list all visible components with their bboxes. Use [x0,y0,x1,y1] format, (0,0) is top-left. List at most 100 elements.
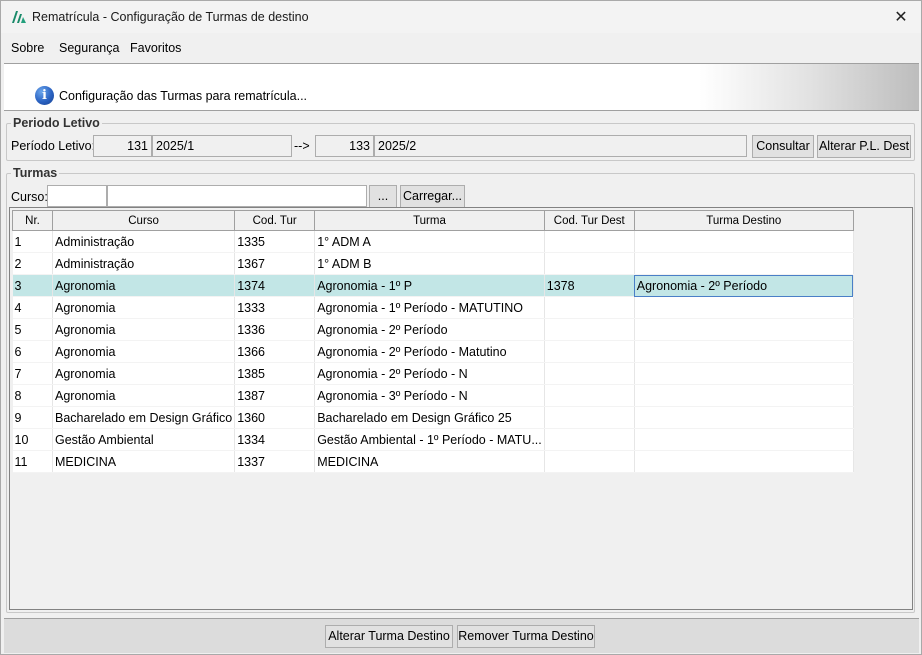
cell-turma[interactable]: Agronomia - 2º Período [314,318,545,341]
cell-turma-destino[interactable] [634,428,854,451]
periodo-destino-codigo[interactable]: 133 [315,135,374,157]
col-header-curso[interactable]: Curso [51,210,236,231]
cell-cod-tur-dest[interactable] [544,384,635,407]
cell-turma[interactable]: 1° ADM B [314,252,545,275]
cell-cod-tur[interactable]: 1337 [234,450,316,473]
table-row[interactable]: 1 Administração 1335 1° ADM A [12,230,854,253]
cell-cod-tur[interactable]: 1333 [234,296,316,319]
cell-nr[interactable]: 1 [12,230,53,253]
menu-favoritos[interactable]: Favoritos [130,41,181,55]
col-header-cod-tur[interactable]: Cod. Tur [234,210,316,231]
cell-turma[interactable]: Agronomia - 2º Período - Matutino [314,340,545,363]
cell-turma-destino[interactable] [634,252,854,275]
col-header-cod-tur-dest[interactable]: Cod. Tur Dest [543,210,635,231]
cell-cod-tur-dest[interactable] [544,230,635,253]
cell-turma[interactable]: Gestão Ambiental - 1º Período - MATU... [314,428,545,451]
cell-curso[interactable]: Administração [52,252,236,275]
curso-lookup-button[interactable]: ... [369,185,397,208]
close-window-button[interactable]: ✕ [881,1,921,33]
cell-curso[interactable]: Agronomia [52,340,236,363]
col-header-nr[interactable]: Nr. [12,210,53,231]
cell-turma[interactable]: Agronomia - 1º Período - MATUTINO [314,296,545,319]
table-row[interactable]: 2 Administração 1367 1° ADM B [12,252,854,275]
cell-nr[interactable]: 8 [12,384,53,407]
cell-curso[interactable]: Administração [52,230,236,253]
cell-turma-destino[interactable] [634,230,854,253]
cell-nr[interactable]: 7 [12,362,53,385]
cell-curso[interactable]: Agronomia [52,384,236,407]
cell-cod-tur[interactable]: 1374 [234,274,316,297]
cell-curso[interactable]: Agronomia [52,362,236,385]
menu-seguranca[interactable]: Segurança [59,41,119,55]
cell-curso[interactable]: Agronomia [52,274,236,297]
cell-nr[interactable]: 2 [12,252,53,275]
table-row[interactable]: 8 Agronomia 1387 Agronomia - 3º Período - N [12,384,854,407]
cell-curso[interactable]: Gestão Ambiental [52,428,236,451]
cell-cod-tur[interactable]: 1335 [234,230,316,253]
cell-nr[interactable]: 4 [12,296,53,319]
cell-cod-tur-dest[interactable] [544,296,635,319]
cell-cod-tur[interactable]: 1334 [234,428,316,451]
table-row[interactable]: 3 Agronomia 1374 Agronomia - 1º P 1378 Agrono… [12,274,854,297]
cell-turma-destino[interactable] [634,318,854,341]
cell-cod-tur-dest[interactable] [544,450,635,473]
cell-turma-destino[interactable] [634,384,854,407]
cell-turma[interactable]: MEDICINA [314,450,545,473]
cell-turma-destino[interactable] [634,296,854,319]
cell-turma[interactable]: Agronomia - 3º Período - N [314,384,545,407]
cell-turma[interactable]: Bacharelado em Design Gráfico 25 [314,406,545,429]
cell-curso[interactable]: Bacharelado em Design Gráfico [52,406,236,429]
cell-curso[interactable]: MEDICINA [52,450,236,473]
cell-cod-tur[interactable]: 1366 [234,340,316,363]
table-row[interactable]: 5 Agronomia 1336 Agronomia - 2º Período [12,318,854,341]
cell-nr[interactable]: 10 [12,428,53,451]
cell-turma-destino[interactable]: Agronomia - 2º Período [634,274,854,297]
cell-cod-tur-dest[interactable] [544,318,635,341]
cell-cod-tur[interactable]: 1336 [234,318,316,341]
cell-turma[interactable]: Agronomia - 2º Período - N [314,362,545,385]
menu-sobre[interactable]: Sobre [11,41,44,55]
cell-turma-destino[interactable] [634,406,854,429]
cell-cod-tur-dest[interactable]: 1378 [544,274,635,297]
cell-turma-destino[interactable] [634,450,854,473]
col-header-turma[interactable]: Turma [314,210,545,231]
cell-curso[interactable]: Agronomia [52,296,236,319]
table-row[interactable]: 4 Agronomia 1333 Agronomia - 1º Período - M… [12,296,854,319]
cell-cod-tur-dest[interactable] [544,406,635,429]
cell-cod-tur-dest[interactable] [544,252,635,275]
cell-nr[interactable]: 3 [12,274,53,297]
cell-cod-tur-dest[interactable] [544,428,635,451]
alterar-turma-destino-button[interactable]: Alterar Turma Destino [325,625,453,648]
cell-nr[interactable]: 9 [12,406,53,429]
cell-cod-tur[interactable]: 1385 [234,362,316,385]
cell-nr[interactable]: 5 [12,318,53,341]
cell-cod-tur[interactable]: 1387 [234,384,316,407]
table-row[interactable]: 11 MEDICINA 1337 MEDICINA [12,450,854,473]
cell-nr[interactable]: 6 [12,340,53,363]
carregar-button[interactable]: Carregar... [400,185,465,208]
cell-cod-tur-dest[interactable] [544,340,635,363]
table-row[interactable]: 7 Agronomia 1385 Agronomia - 2º Período - N [12,362,854,385]
turmas-grid[interactable]: Nr. Curso Cod. Tur Turma Cod. Tur Dest T… [9,207,913,610]
cell-turma[interactable]: Agronomia - 1º P [314,274,545,297]
curso-name-input[interactable] [107,185,367,207]
cell-curso[interactable]: Agronomia [52,318,236,341]
periodo-origem-descricao[interactable]: 2025/1 [152,135,292,157]
table-row[interactable]: 9 Bacharelado em Design Gráfico 1360 Bachar… [12,406,854,429]
alterar-pl-dest-button[interactable]: Alterar P.L. Dest [817,135,911,158]
table-row[interactable]: 6 Agronomia 1366 Agronomia - 2º Período - M… [12,340,854,363]
cell-turma[interactable]: 1° ADM A [314,230,545,253]
table-row[interactable]: 10 Gestão Ambiental 1334 Gestão Ambiental -… [12,428,854,451]
cell-cod-tur[interactable]: 1367 [234,252,316,275]
periodo-destino-descricao[interactable]: 2025/2 [374,135,747,157]
cell-nr[interactable]: 11 [12,450,53,473]
cell-cod-tur-dest[interactable] [544,362,635,385]
periodo-origem-codigo[interactable]: 131 [93,135,152,157]
cell-cod-tur[interactable]: 1360 [234,406,316,429]
consultar-button[interactable]: Consultar [752,135,814,158]
col-header-turma-destino[interactable]: Turma Destino [633,210,854,231]
cell-turma-destino[interactable] [634,362,854,385]
remover-turma-destino-button[interactable]: Remover Turma Destino [457,625,595,648]
cell-turma-destino[interactable] [634,340,854,363]
curso-code-input[interactable] [47,185,107,207]
